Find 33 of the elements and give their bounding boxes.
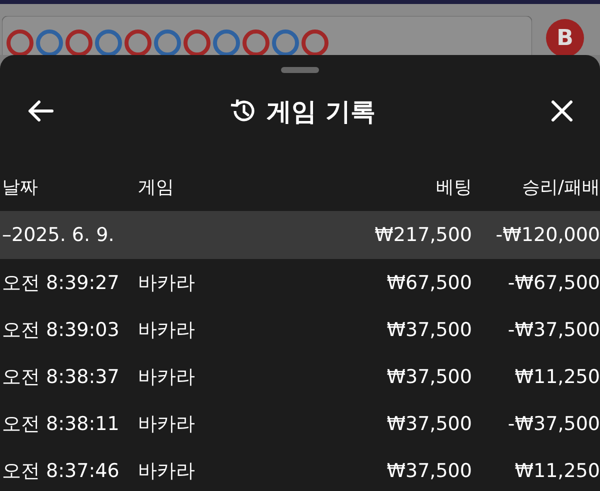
result-cell-text: ₩11,250: [514, 366, 600, 388]
column-header: 승리/패배: [520, 176, 600, 199]
time-cell-text: 오전 8:38:11: [1, 412, 120, 436]
back-arrow-icon[interactable]: [26, 99, 54, 123]
bet-cell-text: ₩37,500: [386, 366, 472, 388]
column-header: 게임: [137, 176, 175, 199]
column-header: 베팅: [435, 176, 472, 199]
bet-cell-text: ₩37,500: [386, 412, 472, 434]
date-group-row[interactable]: –2025. 6. 9. ₩217,500 -₩120,000: [0, 211, 600, 259]
date-text: –2025. 6. 9.: [1, 224, 116, 246]
result-total: -₩120,000: [494, 224, 600, 246]
game-cell-text: 바카라: [137, 412, 196, 436]
result-cell-text: -₩37,500: [506, 412, 600, 434]
bet-cell-text: ₩67,500: [386, 272, 472, 294]
bet-total: ₩217,500: [374, 224, 472, 246]
game-cell-text: 바카라: [137, 458, 196, 484]
drag-handle[interactable]: [281, 67, 319, 73]
time-cell-text: 오전 8:39:27: [1, 270, 120, 296]
bet-cell-text: ₩37,500: [386, 460, 472, 482]
result-cell-text: -₩67,500: [506, 272, 600, 294]
banker-badge: B: [546, 19, 584, 55]
result-cell-text: ₩11,250: [514, 460, 600, 482]
sheet-title: 게임 기록: [266, 96, 376, 128]
game-cell-text: 바카라: [137, 270, 196, 296]
game-cell-text: 바카라: [137, 318, 196, 342]
time-cell-text: 오전 8:39:03: [1, 318, 120, 342]
result-cell-text: -₩37,500: [506, 318, 600, 340]
close-icon[interactable]: [550, 99, 574, 123]
column-header: 날짜: [1, 176, 39, 199]
game-cell-text: 바카라: [137, 364, 196, 390]
bet-cell-text: ₩37,500: [386, 318, 472, 340]
time-cell-text: 오전 8:37:46: [1, 458, 120, 484]
time-cell-text: 오전 8:38:37: [1, 364, 120, 390]
